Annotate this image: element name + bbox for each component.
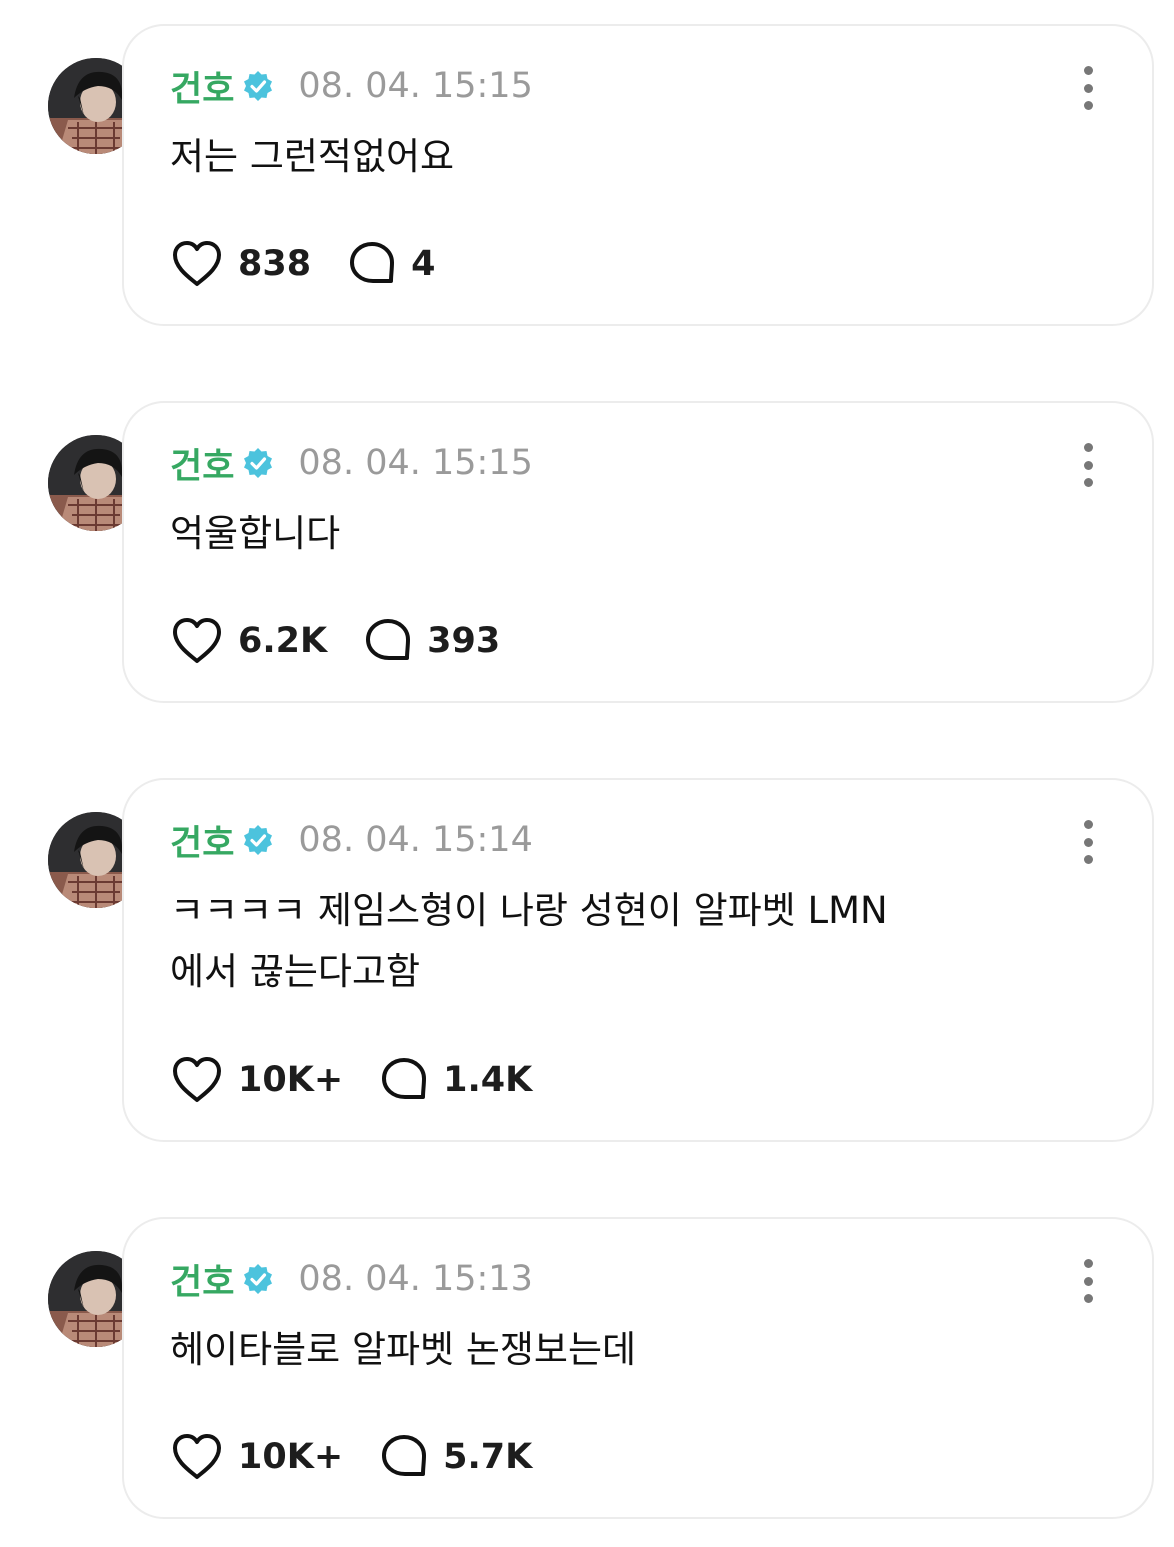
more-dot	[1083, 820, 1093, 829]
like-count: 838	[238, 244, 312, 284]
like-button[interactable]: 10K+	[170, 1055, 343, 1105]
post-card[interactable]: 건호 08. 04. 15:15 억울합니다 6.2K 393	[122, 401, 1154, 703]
comment-count: 1.4K	[443, 1060, 533, 1100]
more-dot	[1083, 83, 1093, 93]
speech-bubble-icon	[366, 619, 411, 660]
post-item: 건호 08. 04. 15:14 ㅋㅋㅋㅋ 제임스형이 나랑 성현이 알파벳 L…	[0, 778, 1174, 1142]
verified-badge-icon	[244, 825, 273, 855]
post-timestamp: 08. 04. 15:15	[298, 66, 533, 106]
more-dot	[1083, 443, 1093, 452]
post-actions: 6.2K 393	[170, 613, 500, 669]
post-timestamp: 08. 04. 15:15	[298, 443, 533, 483]
heart-icon	[173, 618, 221, 663]
like-button[interactable]: 838	[170, 239, 311, 289]
author-name[interactable]: 건호	[170, 438, 234, 489]
comment-count: 393	[427, 621, 501, 661]
more-dot	[1083, 855, 1093, 864]
post-item: 건호 08. 04. 15:13 헤이타블로 알파벳 논쟁보는데 10K+ 5.…	[0, 1217, 1174, 1519]
speech-bubble-icon	[382, 1058, 427, 1099]
post-actions: 10K+ 5.7K	[170, 1429, 532, 1485]
author-name[interactable]: 건호	[170, 61, 234, 112]
post-text: 헤이타블로 알파벳 논쟁보는데	[170, 1328, 637, 1371]
post-meta: 건호 08. 04. 15:15	[170, 62, 533, 110]
heart-icon	[173, 1434, 221, 1479]
verified-badge-icon	[244, 448, 273, 478]
like-count: 6.2K	[238, 621, 328, 661]
post-text: 억울합니다	[170, 512, 341, 555]
like-button[interactable]: 6.2K	[170, 616, 327, 666]
verified-badge-icon	[244, 1264, 273, 1294]
speech-bubble-icon	[382, 1435, 427, 1476]
comment-button[interactable]: 393	[363, 616, 500, 666]
post-meta: 건호 08. 04. 15:13	[170, 1255, 533, 1303]
more-options-button[interactable]	[1076, 820, 1100, 864]
comment-button[interactable]: 1.4K	[379, 1055, 532, 1105]
author-name[interactable]: 건호	[170, 815, 234, 866]
post-actions: 838 4	[170, 236, 435, 292]
comment-button[interactable]: 5.7K	[379, 1432, 532, 1482]
speech-bubble-icon	[350, 242, 395, 283]
author-name[interactable]: 건호	[170, 1254, 234, 1305]
heart-icon	[173, 1057, 221, 1102]
like-count: 10K+	[238, 1437, 344, 1477]
more-dot	[1083, 1259, 1093, 1268]
post-text: ㅋㅋㅋㅋ 제임스형이 나랑 성현이 알파벳 LMN 에서 끊는다고함	[170, 889, 888, 993]
heart-icon	[173, 241, 221, 286]
like-button[interactable]: 10K+	[170, 1432, 343, 1482]
post-actions: 10K+ 1.4K	[170, 1052, 532, 1108]
post-item: 건호 08. 04. 15:15 저는 그런적없어요 838 4	[0, 24, 1174, 326]
post-card[interactable]: 건호 08. 04. 15:15 저는 그런적없어요 838 4	[122, 24, 1154, 326]
post-card[interactable]: 건호 08. 04. 15:14 ㅋㅋㅋㅋ 제임스형이 나랑 성현이 알파벳 L…	[122, 778, 1154, 1142]
more-dot	[1083, 478, 1093, 487]
more-dot	[1083, 1294, 1093, 1303]
comment-count: 4	[411, 244, 436, 284]
more-dot	[1083, 837, 1093, 847]
post-card[interactable]: 건호 08. 04. 15:13 헤이타블로 알파벳 논쟁보는데 10K+ 5.…	[122, 1217, 1154, 1519]
verified-badge-icon	[244, 71, 273, 101]
more-dot	[1083, 66, 1093, 75]
post-timestamp: 08. 04. 15:13	[298, 1259, 533, 1299]
post-meta: 건호 08. 04. 15:15	[170, 439, 533, 487]
post-timestamp: 08. 04. 15:14	[298, 820, 533, 860]
more-dot	[1083, 1276, 1093, 1286]
post-text: 저는 그런적없어요	[170, 135, 455, 178]
more-options-button[interactable]	[1076, 1259, 1100, 1303]
more-options-button[interactable]	[1076, 66, 1100, 110]
post-item: 건호 08. 04. 15:15 억울합니다 6.2K 393	[0, 401, 1174, 703]
more-dot	[1083, 460, 1093, 470]
like-count: 10K+	[238, 1060, 344, 1100]
post-meta: 건호 08. 04. 15:14	[170, 816, 533, 864]
comment-button[interactable]: 4	[347, 239, 435, 289]
more-dot	[1083, 101, 1093, 110]
more-options-button[interactable]	[1076, 443, 1100, 487]
comment-feed: 건호 08. 04. 15:15 저는 그런적없어요 838 4 건호 08. …	[0, 0, 1174, 1547]
comment-count: 5.7K	[443, 1437, 533, 1477]
